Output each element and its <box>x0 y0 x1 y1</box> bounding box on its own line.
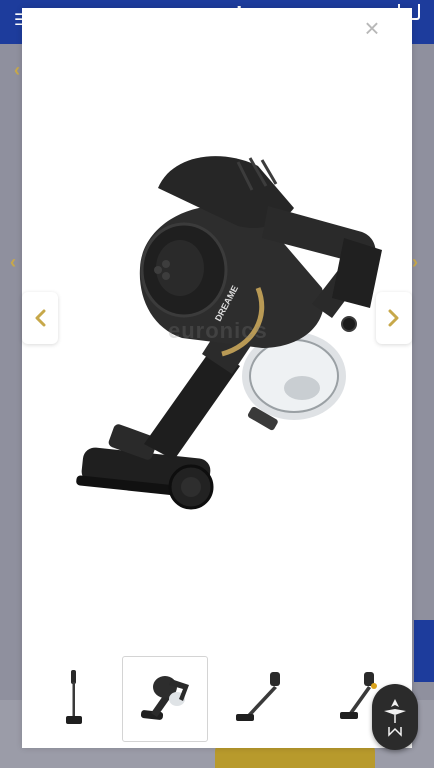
background-blue-block <box>414 620 434 682</box>
thumbnail-strip <box>22 656 412 742</box>
stick-vacuum-icon <box>66 670 82 724</box>
previous-image-button[interactable] <box>22 292 58 344</box>
chevron-right-icon <box>388 309 399 327</box>
chevron-left-icon <box>35 309 46 327</box>
thumb-stick-vacuum-angled[interactable] <box>220 656 304 740</box>
background-chevron-left-icon: ‹ <box>14 60 20 80</box>
image-gallery-modal: × DREAME euronics <box>22 8 412 748</box>
stick-vacuum-angled-icon <box>236 672 280 721</box>
next-image-button[interactable] <box>376 292 412 344</box>
thumb-handheld-vacuum[interactable] <box>122 656 208 742</box>
assistant-chat-button[interactable] <box>372 684 418 750</box>
thumb-stick-vacuum-upright[interactable] <box>32 656 116 740</box>
assistant-logo-icon <box>384 699 406 737</box>
watermark-text: euronics <box>168 318 268 343</box>
close-icon[interactable]: × <box>362 15 382 41</box>
background-chevron-right-icon: › <box>412 252 418 272</box>
handheld-vacuum-icon <box>140 676 189 720</box>
background-chevron-left-icon: ‹ <box>10 252 16 272</box>
